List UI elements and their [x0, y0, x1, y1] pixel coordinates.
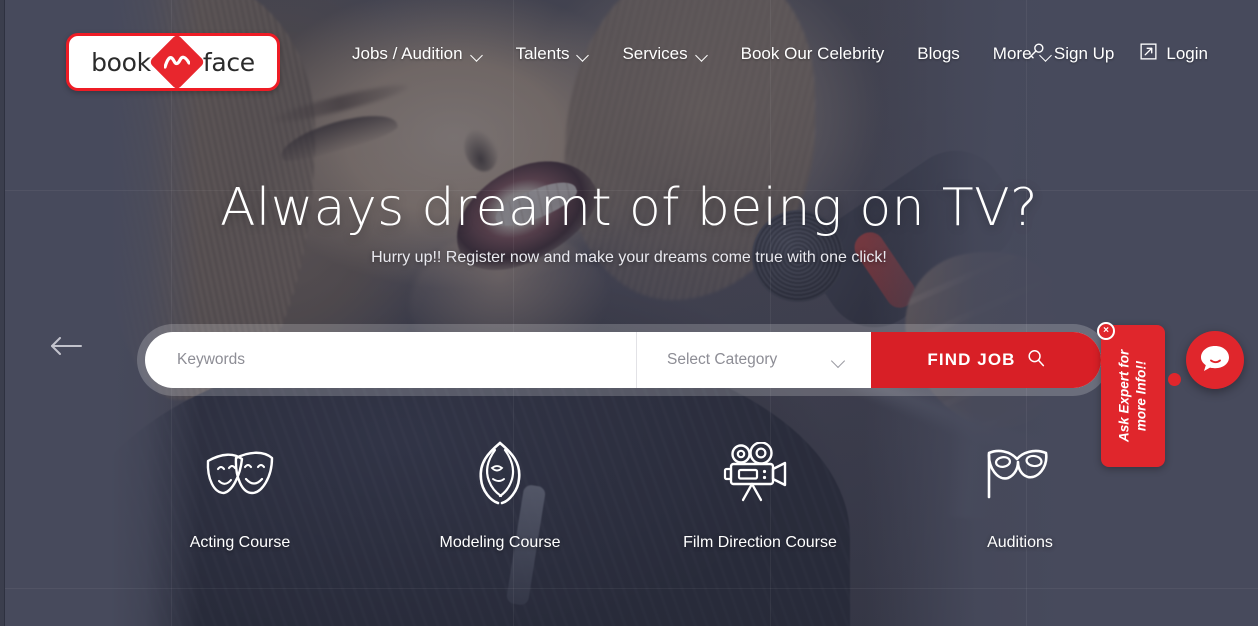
- site-logo[interactable]: book face: [66, 33, 280, 91]
- ask-expert-close-button[interactable]: ×: [1097, 322, 1115, 340]
- sign-up-label: Sign Up: [1053, 44, 1115, 63]
- ask-expert-tab[interactable]: Ask Expert for more Info!!: [1101, 325, 1165, 467]
- logo-text-face: face: [202, 47, 255, 77]
- woman-face-hair-icon: [471, 440, 529, 506]
- nav-item-services[interactable]: Services: [622, 40, 707, 68]
- auth-actions: Sign Up Login: [1026, 42, 1208, 66]
- ask-expert-text: Ask Expert for more Info!!: [1116, 350, 1150, 442]
- category-select-label: Select Category: [667, 351, 778, 368]
- ask-expert-line1: Ask Expert for: [1116, 349, 1132, 443]
- category-film-direction-course[interactable]: Film Direction Course: [630, 440, 890, 552]
- hero-title: Always dreamt of being on TV?: [219, 178, 1039, 238]
- keywords-input[interactable]: Keywords: [145, 332, 637, 388]
- nav-label: Talents: [515, 44, 570, 63]
- movie-camera-icon: [723, 440, 797, 506]
- category-select[interactable]: Select Category: [637, 332, 871, 388]
- chat-bubble-icon: [1199, 343, 1231, 378]
- chevron-down-icon: [578, 51, 589, 58]
- nav-label: Blogs: [917, 44, 960, 63]
- nav-item-blogs[interactable]: Blogs: [917, 40, 960, 68]
- page-left-edge-line: [4, 0, 5, 626]
- category-label: Acting Course: [189, 534, 291, 551]
- nav-item-talents[interactable]: Talents: [516, 40, 590, 68]
- job-search-bar: Keywords Select Category FIND JOB: [137, 324, 1109, 396]
- theater-masks-icon: [202, 440, 278, 506]
- hero-subtitle: Hurry up!! Register now and make your dr…: [371, 249, 887, 266]
- chat-bubble-button[interactable]: [1186, 331, 1244, 389]
- chevron-down-icon: [697, 51, 708, 58]
- chevron-down-icon: [472, 51, 483, 58]
- category-label: Modeling Course: [439, 534, 561, 551]
- key-icon: [1026, 42, 1045, 66]
- chevron-down-icon: [833, 356, 845, 364]
- red-diamond-mountain-icon: [148, 33, 206, 91]
- masquerade-mask-icon: [984, 440, 1056, 506]
- ask-expert-line2: more Info!!: [1133, 360, 1148, 432]
- find-job-label: FIND JOB: [927, 350, 1016, 369]
- nav-item-book-our-celebrity[interactable]: Book Our Celebrity: [741, 40, 885, 68]
- category-modeling-course[interactable]: Modeling Course: [370, 440, 630, 552]
- search-icon: [1027, 349, 1045, 372]
- category-label: Auditions: [987, 534, 1053, 551]
- login-label: Login: [1166, 44, 1208, 63]
- category-acting-course[interactable]: Acting Course: [110, 440, 370, 552]
- nav-item-jobs-audition[interactable]: Jobs / Audition: [352, 40, 483, 68]
- ask-expert-knob: [1168, 373, 1181, 386]
- page-root: book face Jobs / Audition Talents Servic…: [0, 0, 1258, 626]
- main-navigation: Jobs / Audition Talents Services Book Ou…: [352, 40, 1085, 68]
- sign-up-button[interactable]: Sign Up: [1026, 42, 1114, 66]
- login-button[interactable]: Login: [1140, 43, 1208, 65]
- logo-text-book: book: [91, 47, 151, 77]
- external-link-icon: [1140, 43, 1157, 65]
- nav-label: Book Our Celebrity: [740, 44, 885, 63]
- category-label: Film Direction Course: [683, 534, 837, 551]
- find-job-button[interactable]: FIND JOB: [871, 332, 1101, 388]
- nav-label: Jobs / Audition: [352, 44, 463, 63]
- category-shortcuts: Acting Course Modeling Course Film Direc…: [110, 440, 1150, 552]
- arrow-left-icon: [49, 335, 83, 362]
- site-header: book face Jobs / Audition Talents Servic…: [0, 0, 1258, 115]
- nav-label: Services: [622, 44, 688, 63]
- carousel-prev-button[interactable]: [42, 326, 90, 370]
